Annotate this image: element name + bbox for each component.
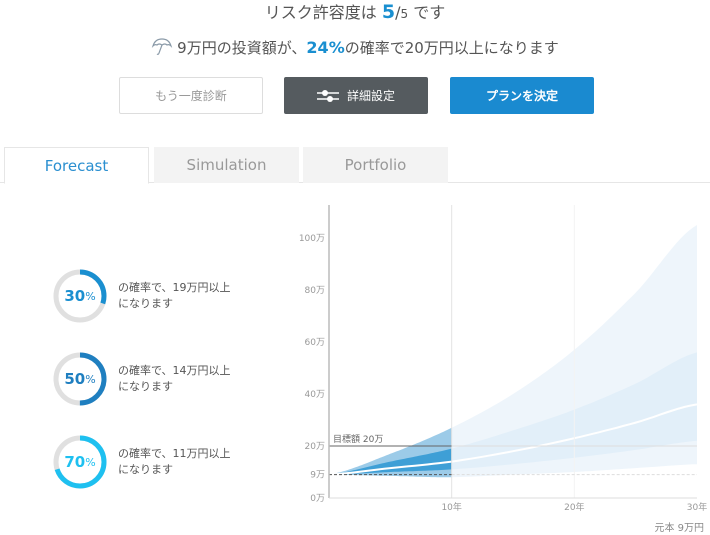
summary-prefix: 9万円の投資額が、 <box>177 39 307 57</box>
advanced-settings-label: 詳細設定 <box>346 89 395 103</box>
y-tick-label: 20万 <box>305 442 325 452</box>
probability-line2: になります <box>118 463 173 476</box>
risk-max: 5 <box>400 7 409 21</box>
advanced-settings-button[interactable]: 詳細設定 <box>284 77 428 114</box>
principal-caption: 元本 9万円 <box>654 523 704 534</box>
forecast-summary: 9万円の投資額が、24%の確率で20万円以上になります <box>0 36 710 60</box>
retry-diagnosis-button[interactable]: もう一度診断 <box>119 77 263 114</box>
forecast-chart-svg: 目標額 20万 0万 9万 20万 40万 60万 80万 100万 10年 20年 30年 <box>299 205 707 513</box>
probability-line1: の確率で、14万円以上 <box>118 364 231 377</box>
y-tick-label: 9万 <box>310 471 325 481</box>
probability-line1: の確率で、19万円以上 <box>118 281 231 294</box>
x-tick-label: 30年 <box>687 501 707 513</box>
probability-unit: % <box>85 455 96 469</box>
probability-description: の確率で、19万円以上 になります <box>118 280 288 312</box>
probability-item: 30% の確率で、19万円以上 になります <box>52 268 292 324</box>
x-tick-label: 20年 <box>564 501 584 513</box>
y-tick-label: 80万 <box>305 286 325 296</box>
probability-value: 30% <box>52 268 108 324</box>
x-tick-label: 10年 <box>441 501 461 513</box>
tab-simulation-label: Simulation <box>186 156 267 174</box>
retry-diagnosis-label: もう一度診断 <box>155 89 227 103</box>
tab-forecast[interactable]: Forecast <box>4 147 149 184</box>
tab-simulation[interactable]: Simulation <box>154 147 299 183</box>
umbrella-icon <box>151 37 173 57</box>
probability-description: の確率で、11万円以上 になります <box>118 446 288 478</box>
probability-value: 50% <box>52 351 108 407</box>
probability-item: 50% の確率で、14万円以上 になります <box>52 351 292 407</box>
probability-line1: の確率で、11万円以上 <box>118 447 231 460</box>
summary-suffix: の確率で20万円以上になります <box>344 39 559 57</box>
probability-unit: % <box>85 372 96 386</box>
target-label: 目標額 20万 <box>333 433 383 445</box>
probability-unit: % <box>85 289 96 303</box>
probability-line2: になります <box>118 297 173 310</box>
decide-plan-button[interactable]: プランを決定 <box>450 77 594 114</box>
risk-suffix: です <box>408 3 446 22</box>
decide-plan-label: プランを決定 <box>485 89 558 103</box>
tab-portfolio[interactable]: Portfolio <box>303 147 448 183</box>
probability-item: 70% の確率で、11万円以上 になります <box>52 434 292 490</box>
probability-value: 70% <box>52 434 108 490</box>
risk-tolerance-heading: リスク許容度は 5/5 です <box>0 0 710 26</box>
probability-number: 70 <box>64 453 86 471</box>
y-tick-label: 60万 <box>305 338 325 348</box>
probability-description: の確率で、14万円以上 になります <box>118 363 288 395</box>
tab-portfolio-label: Portfolio <box>344 156 407 174</box>
tab-forecast-label: Forecast <box>44 156 109 175</box>
probability-number: 50 <box>64 370 86 388</box>
risk-value: 5 <box>381 1 396 23</box>
summary-percent: 24% <box>306 38 345 57</box>
y-tick-label: 100万 <box>299 234 325 244</box>
risk-prefix: リスク許容度は <box>264 3 382 22</box>
forecast-chart: 目標額 20万 0万 9万 20万 40万 60万 80万 100万 10年 20年 30年 <box>290 200 710 535</box>
tab-bar: Forecast Simulation Portfolio <box>0 147 710 184</box>
sliders-icon <box>316 89 339 102</box>
probability-line2: になります <box>118 380 173 393</box>
y-tick-label: 40万 <box>305 390 325 400</box>
y-tick-label: 0万 <box>310 494 325 504</box>
probability-number: 30 <box>64 287 86 305</box>
